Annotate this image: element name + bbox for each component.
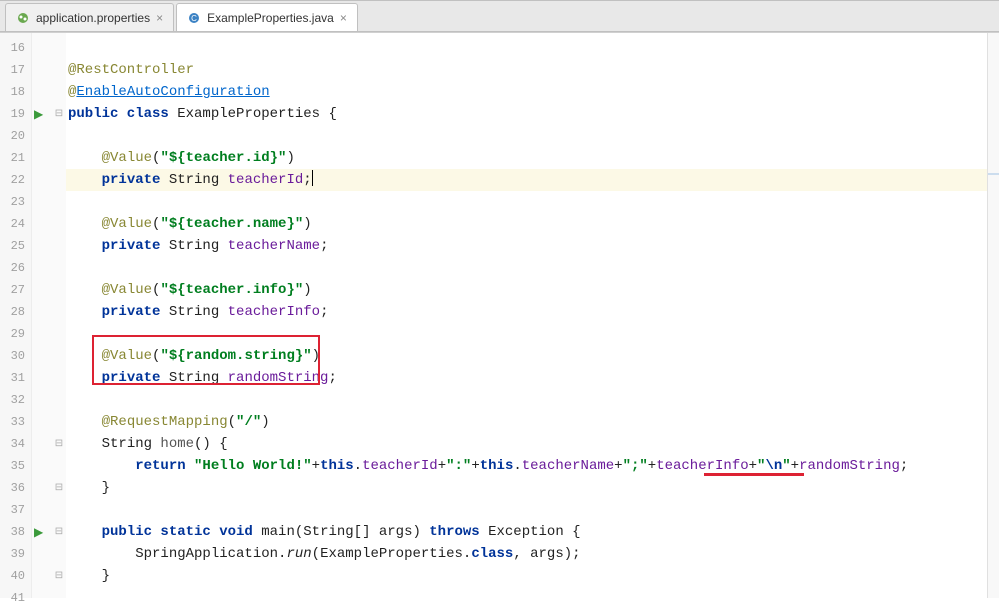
line-number: 23 [0,191,31,213]
string-literal: "Hello World!" [194,458,312,474]
annotation: @RequestMapping [102,414,228,430]
current-line: private String teacherId; [66,169,987,191]
run-gutter-icon[interactable]: ▶ [34,107,43,122]
tab-application-properties[interactable]: application.properties × [5,3,174,31]
fold-gutter: ▶ ⊟ ⊟ ⊟ ▶ ⊟ ⊟ [32,33,66,598]
string-literal: "${teacher.info}" [160,282,303,298]
line-number: 40 [0,565,31,587]
escape-sequence: \n [765,458,782,474]
field: teacherId [362,458,438,474]
line-number: 18 [0,81,31,103]
code-area[interactable]: @RestController @EnableAutoConfiguration… [66,33,987,598]
keyword: return [135,458,194,474]
line-number: 22 [0,169,31,191]
field: randomString [799,458,900,474]
line-number: 31 [0,367,31,389]
fold-icon[interactable]: ⊟ [54,438,64,450]
annotation: @RestController [68,62,194,78]
file-icon [16,11,30,25]
field: teacherInfo [228,304,320,320]
line-number-gutter: 16 17 18 19 20 21 22 23 24 25 26 27 28 2… [0,33,32,598]
field: teacherId [228,172,304,188]
brace: } [102,480,110,496]
line-number: 17 [0,59,31,81]
run-gutter-icon[interactable]: ▶ [34,525,43,540]
method-name: home [160,436,194,452]
close-icon[interactable]: × [340,11,347,25]
line-number: 25 [0,235,31,257]
annotation: @Value [102,216,152,232]
line-number: 33 [0,411,31,433]
static-method: run [286,546,311,562]
string-literal: "/" [236,414,261,430]
annotation: @Value [102,150,152,166]
keyword: public static void [102,524,253,540]
line-number: 35 [0,455,31,477]
keyword: private [102,238,161,254]
line-number: 34 [0,433,31,455]
editor: 16 17 18 19 20 21 22 23 24 25 26 27 28 2… [0,32,999,598]
field: teacherName [228,238,320,254]
keyword: private [102,172,161,188]
string-literal: "${teacher.name}" [160,216,303,232]
line-number: 21 [0,147,31,169]
line-number: 36 [0,477,31,499]
line-number: 29 [0,323,31,345]
annotation-link[interactable]: EnableAutoConfiguration [76,84,269,100]
line-number: 32 [0,389,31,411]
field: teacherInfo [656,458,748,474]
field: randomString [228,370,329,386]
line-number: 24 [0,213,31,235]
line-number: 20 [0,125,31,147]
line-number: 37 [0,499,31,521]
tab-example-properties[interactable]: C ExampleProperties.java × [176,3,358,31]
keyword: public class [68,106,169,122]
line-number: 30 [0,345,31,367]
stripe-mark[interactable] [988,173,999,175]
java-class-icon: C [187,11,201,25]
svg-text:C: C [191,14,197,23]
line-number: 39 [0,543,31,565]
fold-icon[interactable]: ⊟ [54,526,64,538]
tab-label: application.properties [36,11,150,25]
fold-icon[interactable]: ⊟ [54,482,64,494]
tab-bar: application.properties × C ExampleProper… [0,0,999,32]
line-number: 16 [0,37,31,59]
line-number: 41 [0,587,31,609]
field: teacherName [522,458,614,474]
class-name: ExampleProperties { [169,106,337,122]
annotation: @Value [102,348,152,364]
keyword: private [102,304,161,320]
brace: } [102,568,110,584]
annotation: @Value [102,282,152,298]
method-name: main [253,524,295,540]
string-literal: "${random.string}" [160,348,311,364]
error-stripe[interactable] [987,33,999,598]
line-number: 26 [0,257,31,279]
line-number: 27 [0,279,31,301]
close-icon[interactable]: × [156,11,163,25]
tab-label: ExampleProperties.java [207,11,334,25]
line-number: 19 [0,103,31,125]
string-literal: "${teacher.id}" [160,150,286,166]
line-number: 38 [0,521,31,543]
keyword: private [102,370,161,386]
line-number: 28 [0,301,31,323]
fold-icon[interactable]: ⊟ [54,570,64,582]
text-cursor [312,170,313,186]
fold-icon[interactable]: ⊟ [54,108,64,120]
